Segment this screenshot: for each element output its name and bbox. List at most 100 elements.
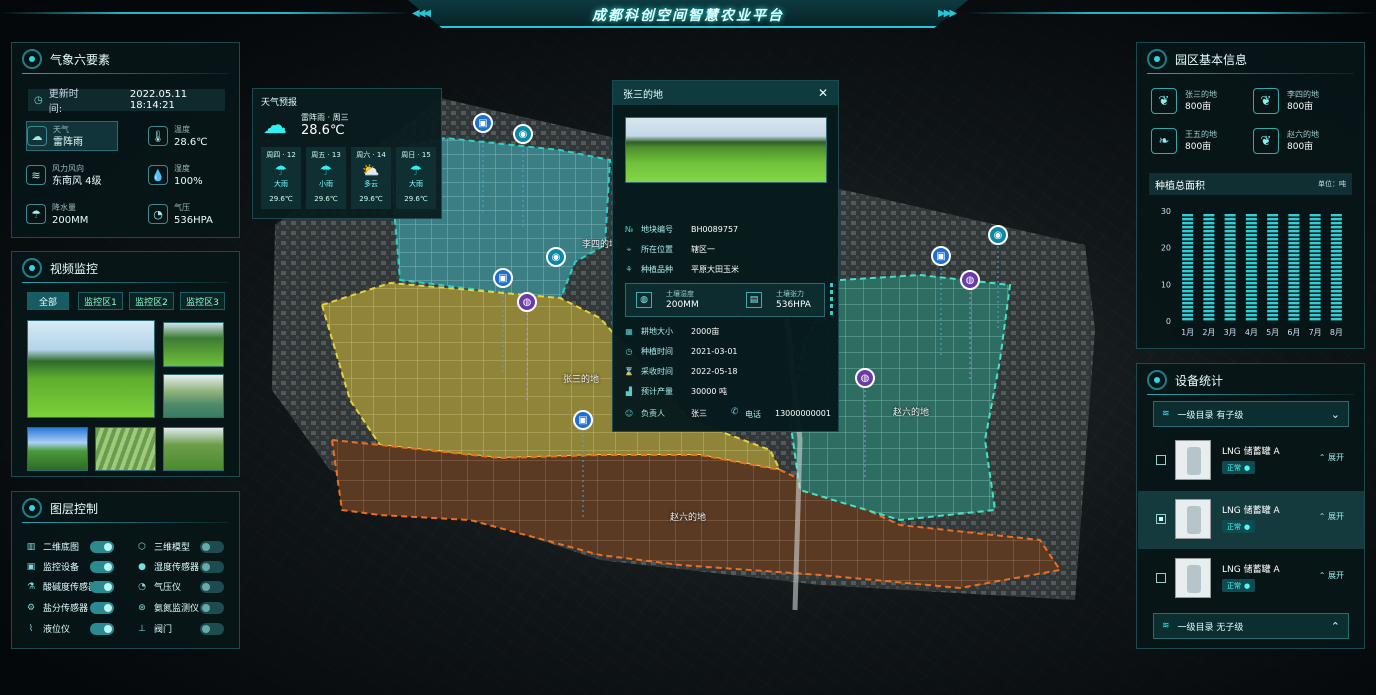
layer-toggle-pressure[interactable] (200, 581, 224, 593)
category-collapsible[interactable]: ≋ 一级目录 有子级 ⌄ (1153, 401, 1349, 427)
device-checkbox[interactable] (1156, 514, 1166, 524)
video-panel-title: 视频监控 (50, 261, 99, 276)
scroll-indicator[interactable] (830, 283, 833, 317)
weather-panel: 气象六要素 ◷ 更新时间: 2022.05.11 18:14:21 ☁ 天气 雷阵雨… (11, 42, 240, 238)
user-icon: ☺ (624, 409, 634, 418)
ammonia-monitor-icon: ⊛ (138, 602, 146, 613)
park-item[interactable]: ❦ 赵六的地 800亩 (1253, 125, 1358, 157)
status-badge: 正常 ● (1222, 579, 1256, 592)
layer-toggle-basemap[interactable] (90, 541, 114, 553)
x-tick-label: 1月 (1181, 328, 1194, 337)
planting-area-bar-chart: 0 10 20 30 1月 2月 3月 4月 5月 6月 7月 8月 (1161, 207, 1343, 337)
video-thumbnail[interactable] (163, 374, 224, 418)
bar[interactable] (1203, 214, 1215, 321)
video-thumbnail-main[interactable] (27, 320, 155, 418)
map-label-zhangsan[interactable]: 张三的地 (563, 372, 599, 385)
video-thumbnail[interactable] (95, 427, 156, 471)
soil-humidity-icon: ◍ (636, 292, 652, 308)
bar[interactable] (1309, 214, 1321, 321)
expand-button[interactable]: ⌃ 展开 (1319, 511, 1344, 522)
ph-sensor-icon: ⚗ (26, 581, 36, 592)
water-level-pin-icon[interactable]: ◉ (988, 225, 1008, 245)
bar[interactable] (1245, 214, 1257, 321)
wind-icon: ≋ (26, 165, 46, 185)
map-label-zhaoliu-east[interactable]: 赵六的地 (893, 405, 929, 418)
camera-pin-icon[interactable]: ▣ (473, 113, 493, 133)
close-icon[interactable]: ✕ (818, 86, 828, 100)
thermometer-pin-icon[interactable]: ◍ (517, 292, 537, 312)
camera-pin-icon[interactable]: ▣ (493, 268, 513, 288)
storm-cloud-icon: ☁ (263, 111, 287, 139)
bar[interactable] (1330, 214, 1342, 321)
device-item[interactable]: LNG 储蓄罐 A 正常 ● ⌃ 展开 (1138, 432, 1364, 490)
layer-toggle-camera[interactable] (90, 561, 114, 573)
area-icon: ▦ (625, 327, 633, 336)
video-thumbnail[interactable] (163, 322, 224, 367)
video-thumbnail[interactable] (27, 427, 88, 471)
park-item[interactable]: ❧ 王五的地 800亩 (1151, 125, 1256, 157)
panel-ring-icon (22, 498, 42, 518)
water-level-pin-icon[interactable]: ◉ (513, 124, 533, 144)
expand-button[interactable]: ⌃ 展开 (1319, 570, 1344, 581)
x-tick-label: 6月 (1287, 328, 1300, 337)
layer-row: ▣ 监控设备 (26, 561, 80, 574)
layer-row: ⊛ 氨氮监测仪 (136, 601, 199, 615)
layer-toggle-salt[interactable] (90, 602, 114, 614)
park-item[interactable]: ❦ 李四的地 800亩 (1253, 85, 1358, 117)
map-label-zhaoliu-south[interactable]: 赵六的地 (670, 510, 706, 523)
wind-item: ≋ 风力风向 东南风 4级 (26, 160, 118, 190)
salt-sensor-icon: ⚙ (26, 602, 36, 613)
device-checkbox[interactable] (1156, 573, 1166, 583)
layer-toggle-valve[interactable] (200, 623, 224, 635)
phone-label: 电话 (745, 410, 761, 419)
video-panel: 视频监控 全部 监控区1 监控区2 监控区3 (11, 251, 240, 477)
device-item[interactable]: LNG 储蓄罐 A 正常 ● ⌃ 展开 (1138, 550, 1364, 608)
forecast-popup: 天气预报 ☁ 雷阵雨 · 周三 28.6℃ 周四 · 12 ☂ 大雨 29.6℃ 周五… (252, 88, 442, 219)
park-item[interactable]: ❦ 张三的地 800亩 (1151, 85, 1256, 117)
temperature-item: 🌡 温度 28.6℃ (148, 121, 240, 151)
camera-pin-icon[interactable]: ▣ (931, 246, 951, 266)
soil-box: ◍ 土壤湿度 200MM ▤ 土壤张力 536HPA (625, 283, 825, 317)
tab-zone2[interactable]: 监控区2 (129, 292, 174, 310)
droplet-icon: 💧 (148, 165, 168, 185)
thermometer-pin-icon[interactable]: ◍ (855, 368, 875, 388)
layer-row: ⌇ 液位仪 (25, 622, 70, 636)
tab-zone1[interactable]: 监控区1 (78, 292, 123, 310)
layer-row: ⚗ 酸碱度传感器 (26, 581, 98, 594)
x-tick-label: 7月 (1309, 328, 1322, 337)
layer-toggle-3d[interactable] (200, 541, 224, 553)
device-item[interactable]: LNG 储蓄罐 A 正常 ● ⌃ 展开 (1138, 491, 1364, 549)
device-checkbox[interactable] (1156, 455, 1166, 465)
y-tick-label: 30 (1161, 207, 1171, 216)
y-tick-label: 20 (1161, 244, 1171, 253)
bar[interactable] (1288, 214, 1300, 321)
update-time: 2022.05.11 18:14:21 (129, 89, 188, 111)
tab-all[interactable]: 全部 (27, 292, 69, 310)
info-row: ⚘ 种植品种 平原大田玉米 (623, 264, 739, 275)
layer-toggle-ph[interactable] (90, 581, 114, 593)
bar[interactable] (1182, 214, 1194, 321)
tank-image (1175, 499, 1211, 539)
camera-pin-icon[interactable]: ▣ (573, 410, 593, 430)
plot-photo (625, 117, 827, 183)
top-header: ◀◀◀ ▶▶▶ 成都科创空间智慧农业平台 (0, 0, 1376, 34)
bar[interactable] (1267, 214, 1279, 321)
tab-zone3[interactable]: 监控区3 (180, 292, 225, 310)
water-level-pin-icon[interactable]: ◉ (546, 247, 566, 267)
expand-button[interactable]: ⌃ 展开 (1319, 452, 1344, 463)
layer-toggle-humidity[interactable] (200, 561, 224, 573)
heavy-rain-icon: ☂ (274, 163, 288, 179)
light-rain-icon: ☂ (319, 163, 333, 179)
chevron-down-icon: ⌄ (1330, 407, 1340, 421)
thermometer-pin-icon[interactable]: ◍ (960, 270, 980, 290)
rain-icon: ☂ (26, 204, 46, 224)
app-title: 成都科创空间智慧农业平台 (592, 8, 784, 24)
tank-image (1175, 440, 1211, 480)
layer-toggle-ammonia[interactable] (200, 602, 224, 614)
thermometer-icon: 🌡 (148, 126, 168, 146)
layer-toggle-level[interactable] (90, 623, 114, 635)
category-collapsible[interactable]: ≋ 一级目录 无子级 ⌃ (1153, 613, 1349, 639)
cloud-icon: ☁ (27, 126, 47, 146)
video-thumbnail[interactable] (163, 427, 224, 471)
bar[interactable] (1224, 214, 1236, 321)
